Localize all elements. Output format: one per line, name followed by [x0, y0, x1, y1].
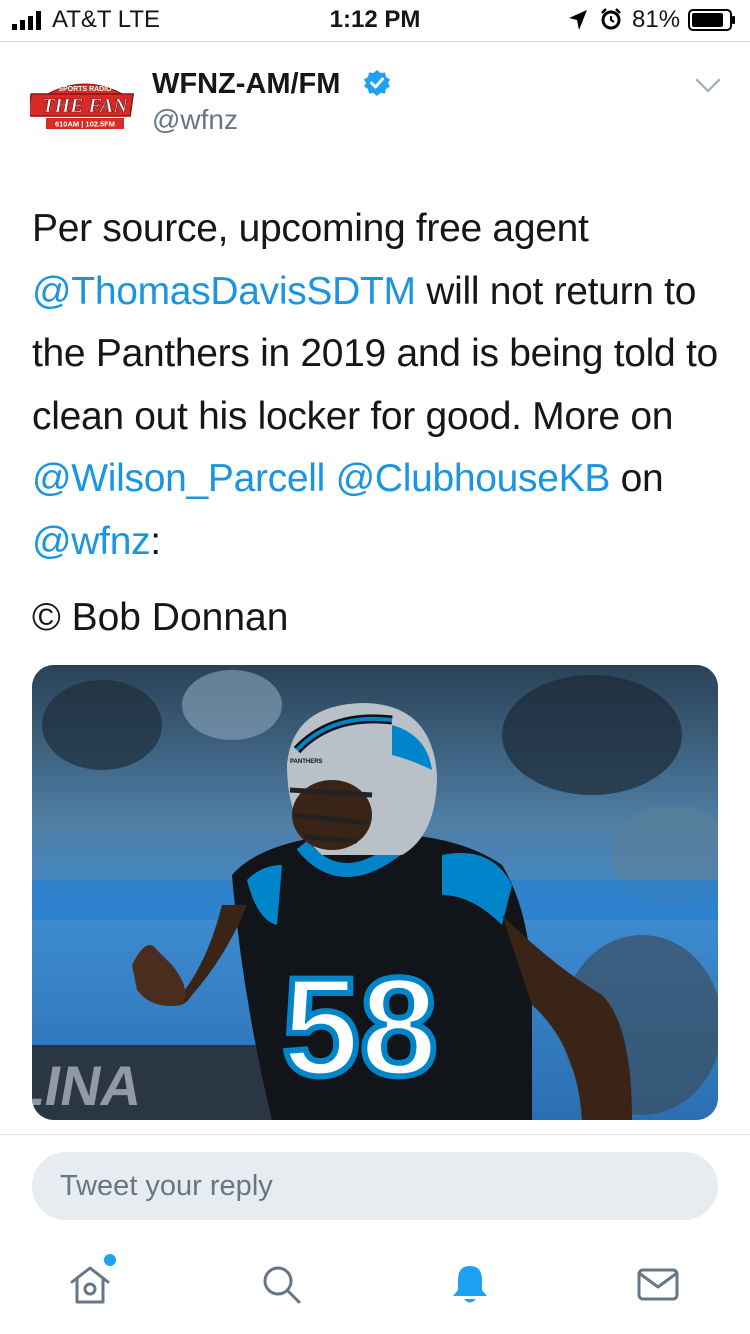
- tweet-text-segment: [325, 457, 336, 500]
- mention-link[interactable]: @ClubhouseKB: [336, 457, 611, 500]
- mention-link[interactable]: @wfnz: [32, 520, 151, 563]
- author-name[interactable]: WFNZ-AM/FM: [152, 68, 340, 101]
- reply-divider: [0, 1134, 750, 1135]
- location-arrow-icon: [569, 10, 587, 30]
- search-icon: [263, 1266, 301, 1304]
- alarm-clock-icon: [601, 8, 621, 30]
- player-photo-illustration: OLINA 58 PANTHERS: [32, 665, 718, 1120]
- battery-icon: [688, 9, 735, 31]
- tab-home[interactable]: [66, 1260, 114, 1308]
- status-divider: [0, 41, 750, 42]
- status-bar: AT&T LTE 1:12 PM 81%: [0, 0, 750, 40]
- notifications-icon: [453, 1266, 487, 1303]
- svg-text:SPORTS RADIO: SPORTS RADIO: [58, 86, 112, 93]
- svg-text:58: 58: [282, 948, 438, 1105]
- author-avatar[interactable]: SPORTS RADIO THE FAN 610AM | 102.5FM: [30, 74, 140, 134]
- author-handle[interactable]: @wfnz: [152, 104, 238, 136]
- battery-percent: 81%: [632, 6, 681, 33]
- tab-messages[interactable]: [634, 1260, 682, 1308]
- chevron-down-icon[interactable]: [694, 76, 722, 96]
- tweet-text-segment: Per source, upcoming free agent: [32, 207, 589, 250]
- svg-text:THE FAN: THE FAN: [42, 95, 129, 117]
- mention-link[interactable]: @ThomasDavisSDTM: [32, 270, 416, 313]
- messages-icon: [637, 1268, 679, 1301]
- tweet-text: Per source, upcoming free agent @ThomasD…: [32, 198, 732, 573]
- svg-text:610AM | 102.5FM: 610AM | 102.5FM: [55, 120, 115, 129]
- tweet-text-segment: on: [610, 457, 664, 500]
- new-content-dot: [104, 1254, 116, 1266]
- tab-search[interactable]: [257, 1260, 305, 1308]
- svg-text:PANTHERS: PANTHERS: [290, 759, 323, 765]
- svg-text:OLINA: OLINA: [32, 1054, 148, 1117]
- home-icon: [70, 1266, 110, 1304]
- mention-link[interactable]: @Wilson_Parcell: [32, 457, 325, 500]
- tweet-text-segment: :: [150, 519, 161, 563]
- tweet-photo[interactable]: OLINA 58 PANTHERS: [32, 665, 718, 1120]
- reply-input[interactable]: [32, 1152, 718, 1220]
- verified-badge-icon: [364, 70, 390, 96]
- tab-notifications[interactable]: [446, 1260, 494, 1308]
- photo-credit: © Bob Donnan: [32, 596, 289, 639]
